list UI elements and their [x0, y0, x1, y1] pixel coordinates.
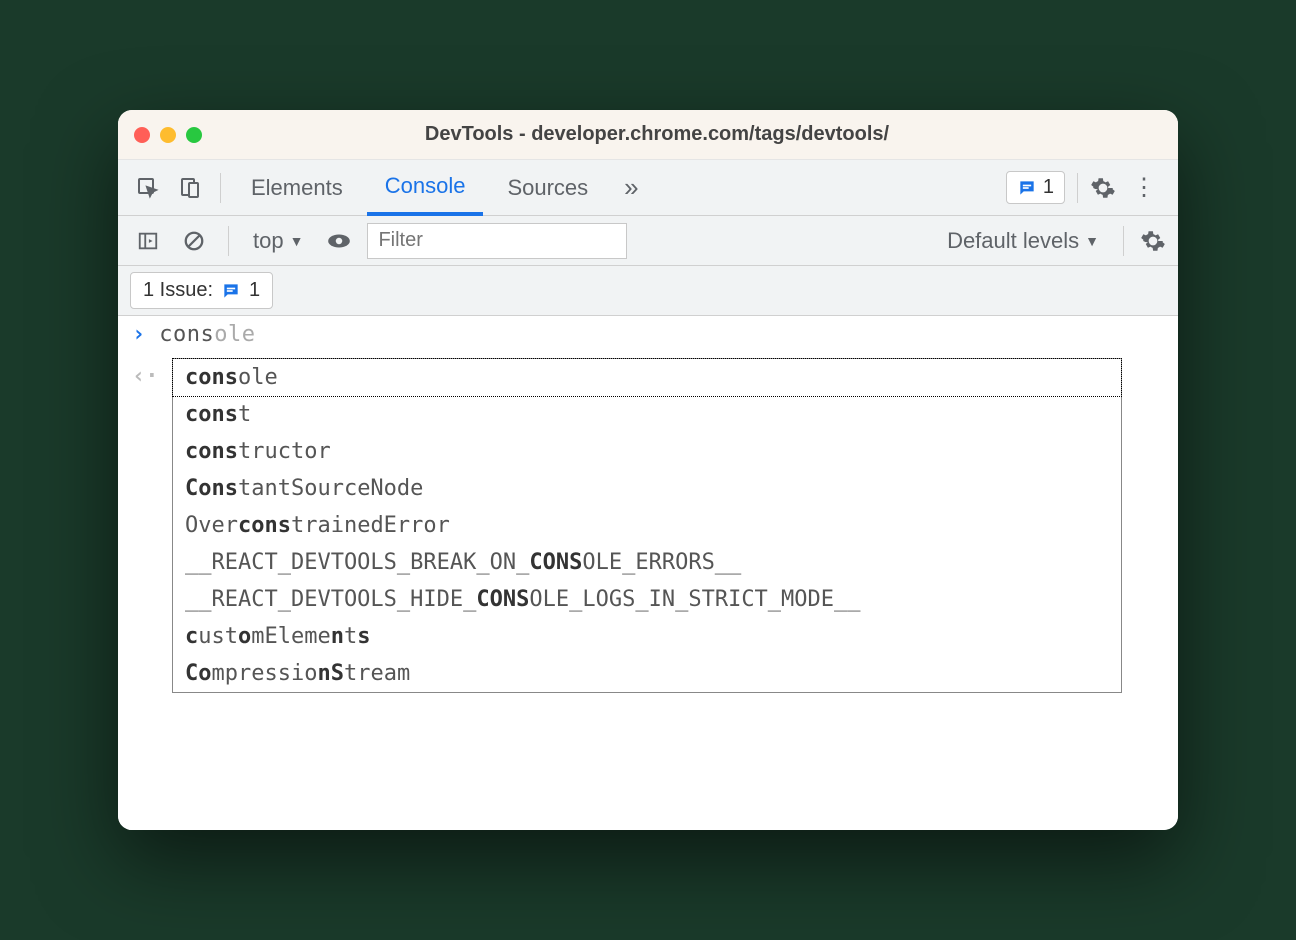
settings-icon[interactable] — [1090, 175, 1116, 201]
input-chevron-icon: › — [132, 322, 145, 347]
titlebar: DevTools - developer.chrome.com/tags/dev… — [118, 110, 1178, 160]
console-body: › console ‹· consoleconstconstructorCons… — [118, 316, 1178, 830]
traffic-lights — [134, 127, 202, 143]
live-expression-icon[interactable] — [321, 223, 357, 259]
context-selector[interactable]: top ▼ — [245, 228, 311, 254]
issue-bar: 1 Issue: 1 — [118, 266, 1178, 316]
context-label: top — [253, 228, 284, 254]
autocomplete-dropdown: consoleconstconstructorConstantSourceNod… — [172, 358, 1122, 693]
window-title: DevTools - developer.chrome.com/tags/dev… — [222, 123, 1162, 146]
tab-sources[interactable]: Sources — [489, 160, 606, 216]
maximize-window-button[interactable] — [186, 127, 202, 143]
toggle-sidebar-icon[interactable] — [130, 223, 166, 259]
issue-count: 1 — [249, 279, 260, 302]
issues-badge[interactable]: 1 — [1006, 171, 1065, 204]
divider — [220, 173, 221, 203]
divider — [1123, 226, 1124, 256]
chat-icon — [1017, 178, 1037, 198]
filter-input[interactable] — [367, 223, 627, 259]
tab-console[interactable]: Console — [367, 160, 484, 216]
close-window-button[interactable] — [134, 127, 150, 143]
device-toolbar-icon[interactable] — [172, 170, 208, 206]
dropdown-icon: ▼ — [290, 233, 304, 249]
dropdown-icon: ▼ — [1085, 233, 1099, 249]
more-options-icon[interactable]: ⋮ — [1122, 173, 1166, 202]
tab-elements[interactable]: Elements — [233, 160, 361, 216]
console-input-text: console — [159, 322, 255, 347]
more-tabs-button[interactable]: » — [612, 172, 650, 203]
console-input-row[interactable]: › console — [118, 316, 1178, 353]
console-settings-icon[interactable] — [1140, 228, 1166, 254]
autocomplete-item[interactable]: OverconstrainedError — [173, 507, 1121, 544]
autocomplete-item[interactable]: const — [173, 396, 1121, 433]
console-filter-bar: top ▼ Default levels ▼ — [118, 216, 1178, 266]
issues-count: 1 — [1043, 176, 1054, 199]
output-chevron-icon: ‹· — [132, 364, 159, 389]
issue-label: 1 Issue: — [143, 279, 213, 302]
autocomplete-item[interactable]: console — [172, 358, 1122, 397]
main-toolbar: Elements Console Sources » 1 ⋮ — [118, 160, 1178, 216]
clear-console-icon[interactable] — [176, 223, 212, 259]
autocomplete-item[interactable]: constructor — [173, 433, 1121, 470]
minimize-window-button[interactable] — [160, 127, 176, 143]
autocomplete-item[interactable]: CompressionStream — [173, 655, 1121, 692]
autocomplete-item[interactable]: customElements — [173, 618, 1121, 655]
log-levels-selector[interactable]: Default levels ▼ — [939, 228, 1107, 254]
devtools-window: DevTools - developer.chrome.com/tags/dev… — [118, 110, 1178, 830]
chat-icon — [221, 281, 241, 301]
divider — [1077, 173, 1078, 203]
autocomplete-item[interactable]: __REACT_DEVTOOLS_HIDE_CONSOLE_LOGS_IN_ST… — [173, 581, 1121, 618]
levels-label: Default levels — [947, 228, 1079, 254]
inspect-element-icon[interactable] — [130, 170, 166, 206]
divider — [228, 226, 229, 256]
autocomplete-item[interactable]: __REACT_DEVTOOLS_BREAK_ON_CONSOLE_ERRORS… — [173, 544, 1121, 581]
issue-pill[interactable]: 1 Issue: 1 — [130, 272, 273, 309]
autocomplete-item[interactable]: ConstantSourceNode — [173, 470, 1121, 507]
